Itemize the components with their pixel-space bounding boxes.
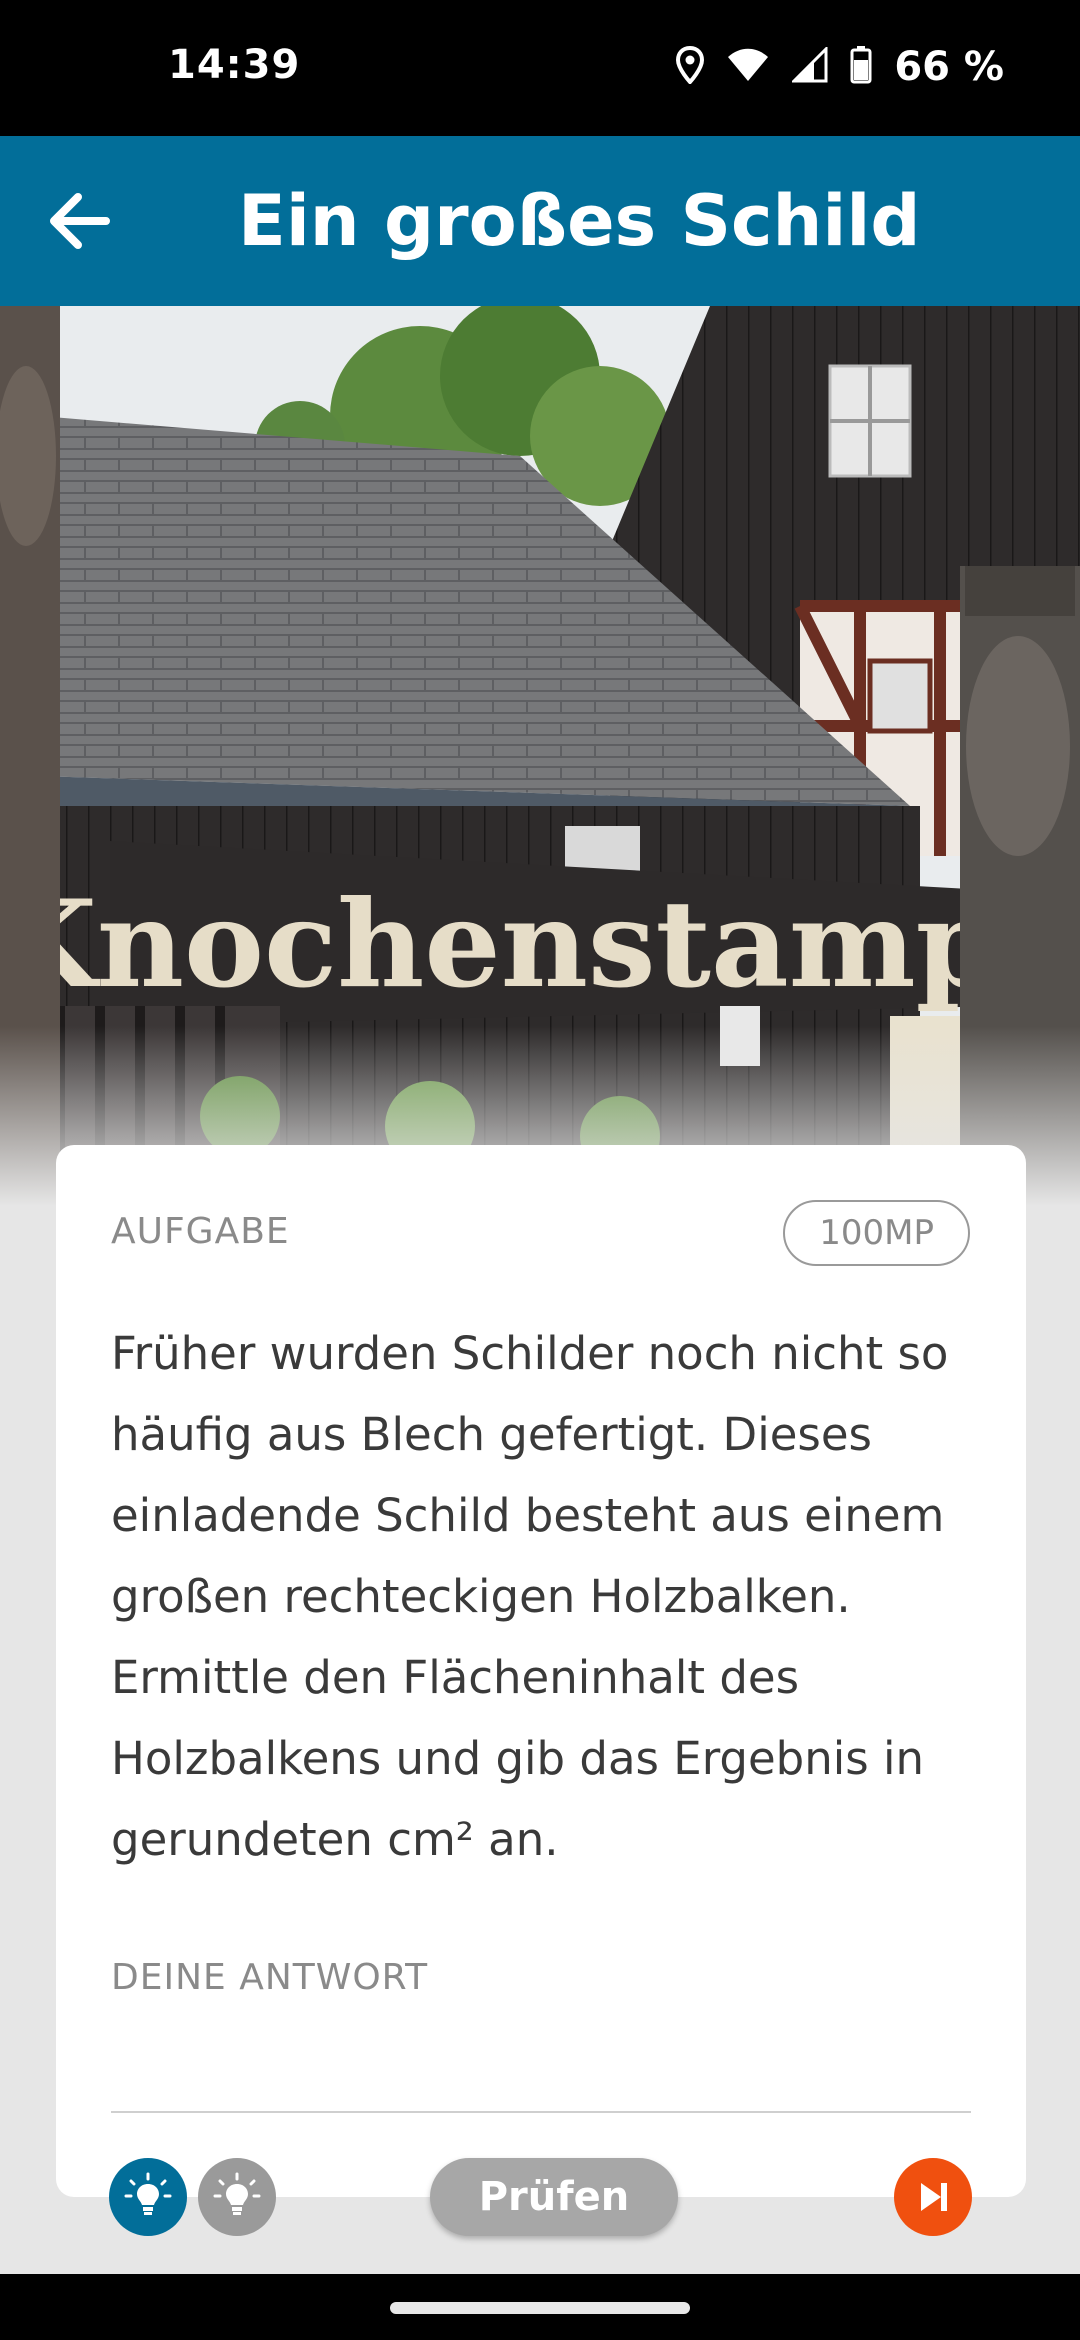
task-label: AUFGABE — [111, 1211, 290, 1252]
hint-button-2[interactable] — [198, 2158, 276, 2236]
sign-text: Knochenstampfe — [0, 874, 1080, 1015]
answer-input[interactable] — [111, 2033, 971, 2113]
home-gesture-handle[interactable] — [390, 2302, 690, 2314]
skip-button[interactable] — [894, 2158, 972, 2236]
hint-button-1[interactable] — [109, 2158, 187, 2236]
status-time: 14:39 — [168, 42, 301, 88]
app-bar: Ein großes Schild — [0, 136, 1080, 306]
app-screen: 14:39 66 % Ein großes Schild Knochenstam… — [0, 0, 1080, 2340]
page-title: Ein großes Schild — [238, 180, 921, 262]
answer-label: DEINE ANTWORT — [111, 1957, 429, 1998]
skip-next-icon — [921, 2183, 947, 2211]
signal-icon — [790, 45, 828, 87]
battery-icon — [850, 46, 872, 88]
task-photo: Knochenstampfe — [0, 306, 1080, 1206]
status-icons: 66 % — [676, 44, 1004, 90]
status-bar: 14:39 66 % — [0, 0, 1080, 136]
points-badge: 100MP — [783, 1200, 970, 1266]
lightbulb-icon — [124, 2172, 172, 2215]
battery-percentage: 66 % — [894, 44, 1004, 90]
task-card: AUFGABE 100MP Früher wurden Schilder noc… — [56, 1145, 1026, 2197]
check-button[interactable]: Prüfen — [430, 2158, 678, 2236]
location-icon — [676, 45, 705, 88]
arrow-left-icon — [50, 193, 110, 249]
lightbulb-icon — [213, 2172, 261, 2215]
task-description: Früher wurden Schilder noch nicht so häu… — [111, 1327, 949, 1866]
back-button[interactable] — [36, 178, 122, 264]
navigation-bar — [0, 2274, 1080, 2340]
wifi-icon — [726, 47, 770, 87]
